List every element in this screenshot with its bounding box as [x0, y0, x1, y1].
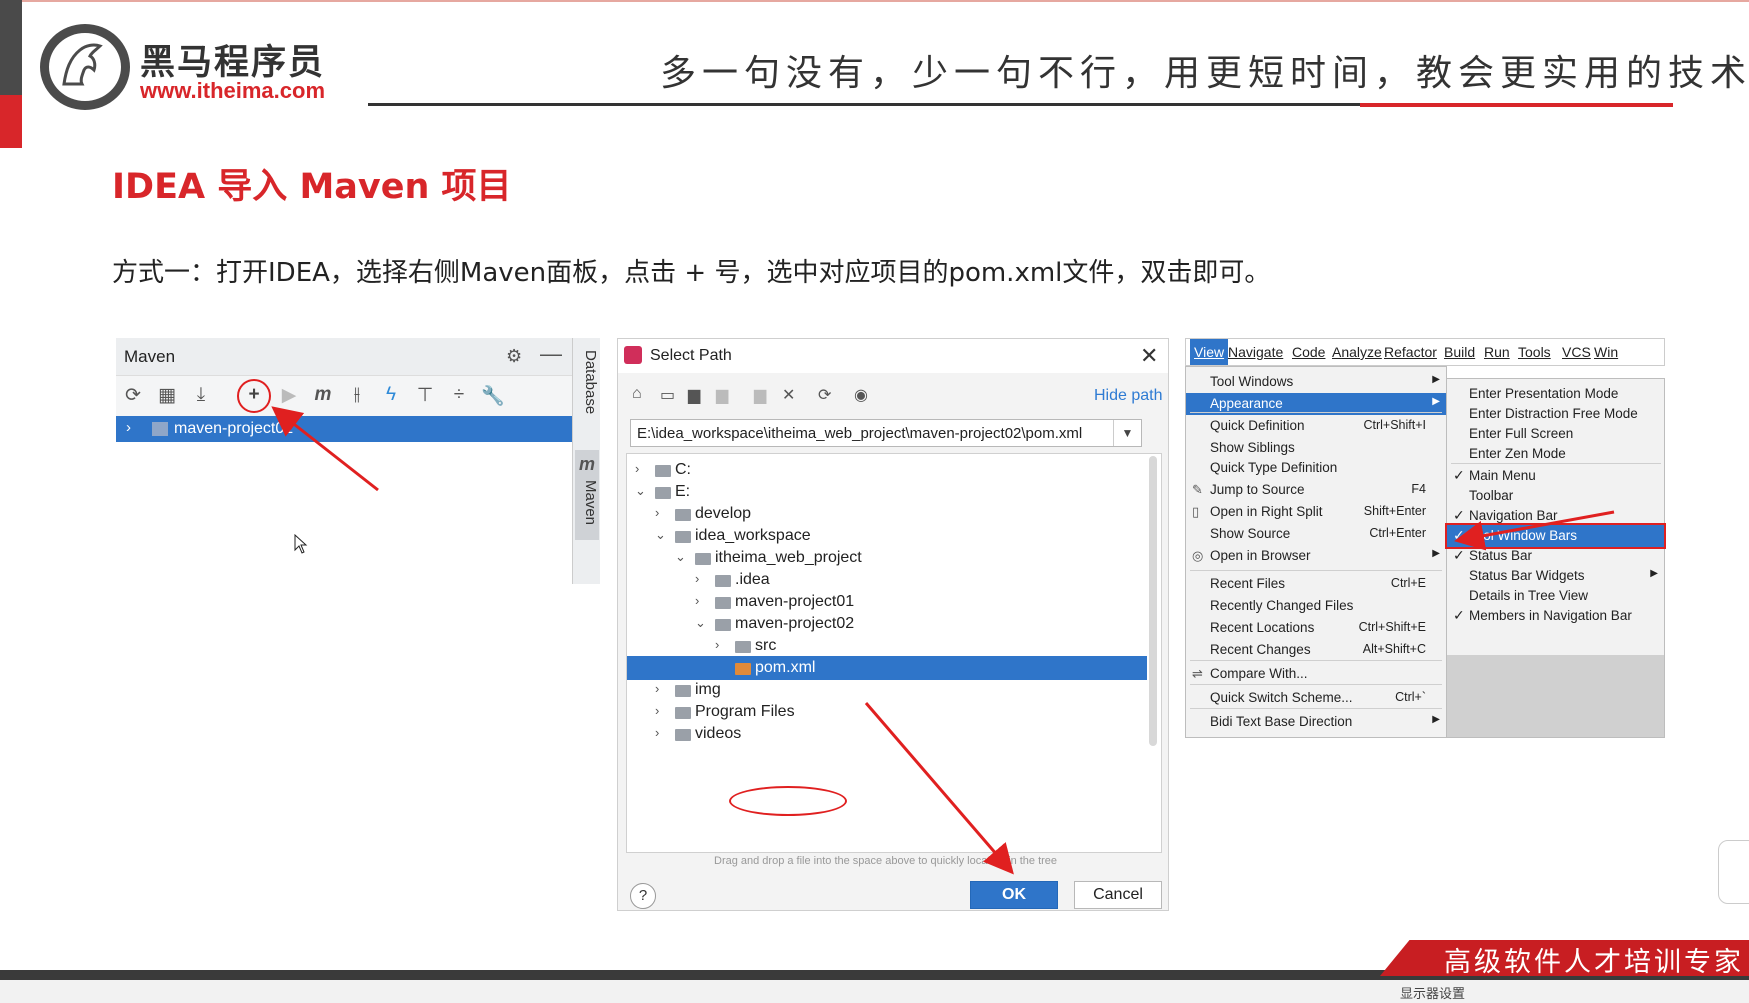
footer-note: 显示器设置: [1400, 986, 1466, 1001]
footer-tagline: 高级软件人才培训专家: [1444, 947, 1744, 978]
floating-side-tab[interactable]: [1718, 840, 1749, 904]
annotation-arrow-plus: [271, 406, 379, 492]
annotation-arrow-toolbar: [1454, 510, 1615, 551]
annotation-arrow-ok: [864, 702, 1014, 875]
footer-bottom-bar: [0, 980, 1749, 1003]
annotation-layer: [271, 406, 1615, 875]
